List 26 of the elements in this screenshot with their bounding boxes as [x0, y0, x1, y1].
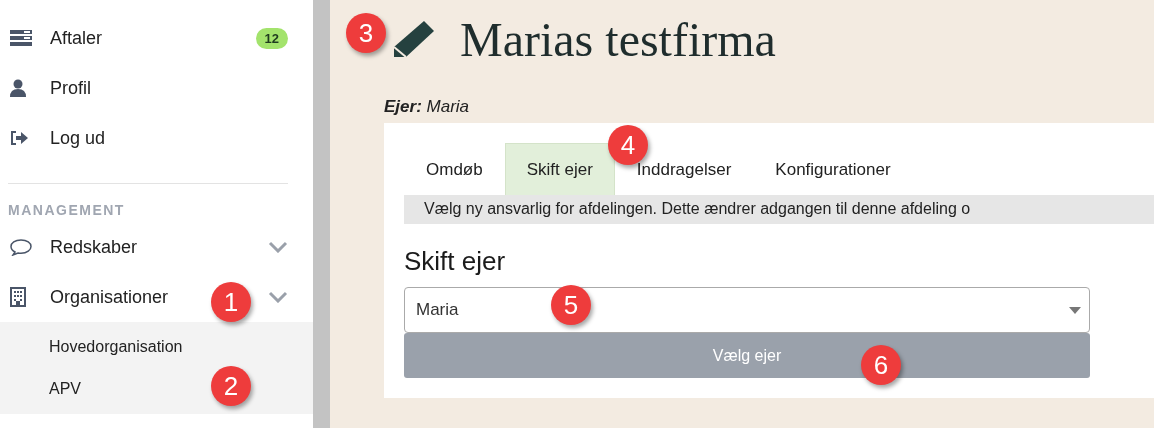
- tab[interactable]: Konfigurationer: [753, 143, 913, 195]
- chevron-icon[interactable]: [268, 291, 288, 303]
- dropdown-caret-icon: [1069, 306, 1081, 314]
- count-badge: 12: [255, 27, 288, 49]
- menu-link[interactable]: Redskaber: [50, 236, 138, 258]
- tab[interactable]: Skift ejer: [504, 143, 615, 195]
- list-icon: [10, 30, 32, 46]
- user-icon: [10, 79, 26, 97]
- speech-bubble-icon: [10, 238, 32, 256]
- section-title: MANAGEMENT: [8, 202, 126, 218]
- owner-text: Ejer: Maria: [384, 97, 471, 117]
- menu-link[interactable]: Organisationer: [50, 286, 169, 308]
- menu-link[interactable]: Aftaler: [50, 27, 103, 49]
- pencil-icon[interactable]: [392, 19, 436, 59]
- section-heading: Skift ejer: [404, 246, 507, 277]
- chevron-icon[interactable]: [268, 241, 288, 253]
- building-icon: [10, 287, 26, 307]
- submenu-link[interactable]: Hovedorganisation: [49, 338, 183, 356]
- submenu-link[interactable]: APV: [49, 380, 81, 398]
- scrollbar[interactable]: [313, 0, 330, 428]
- menu-link[interactable]: Profil: [50, 77, 91, 99]
- tab[interactable]: Omdøb: [404, 143, 505, 195]
- page-title: Marias testfirma: [460, 11, 776, 67]
- logout-icon: [10, 130, 28, 146]
- info-text: Vælg ny ansvarlig for afdelingen. Dette ændrer adgangen til denne afdeling o: [404, 195, 1154, 224]
- menu-link[interactable]: Log ud: [50, 127, 106, 149]
